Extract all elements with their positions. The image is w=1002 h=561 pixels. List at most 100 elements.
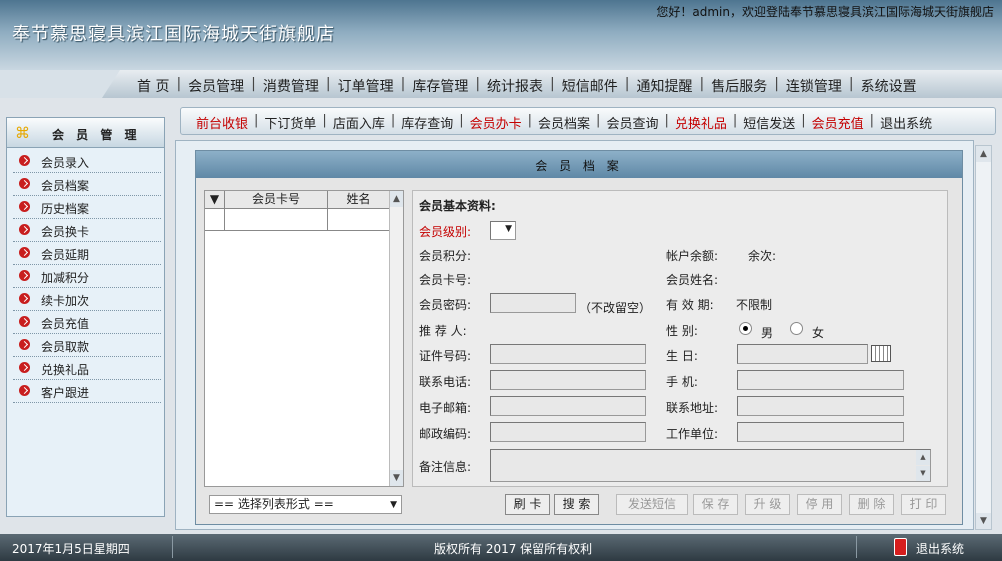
status-divider — [856, 536, 857, 558]
points-label: 会员积分: — [419, 249, 472, 263]
save-button[interactable]: 保 存 — [693, 494, 738, 515]
subnav-archive[interactable]: 会员档案 — [532, 113, 596, 132]
scroll-down-icon[interactable]: ▼ — [916, 466, 930, 481]
nav-order[interactable]: 订单管理 — [331, 76, 401, 96]
sidebar-item-renew[interactable]: 续卡加次 — [13, 288, 161, 311]
email-field[interactable] — [490, 396, 646, 416]
level-select[interactable]: ▼ — [490, 221, 516, 240]
arrow-bullet-icon — [19, 362, 30, 373]
subnav-order[interactable]: 下订货单 — [258, 113, 322, 132]
swipe-card-button[interactable]: 刷 卡 — [505, 494, 550, 515]
remark-label: 备注信息: — [419, 460, 472, 474]
zip-field[interactable] — [490, 422, 646, 442]
status-bar: 2017年1月5日星期四 版权所有 2017 保留所有权利 退出系统 — [0, 534, 1002, 561]
subnav-query[interactable]: 会员查询 — [600, 113, 664, 132]
email-label: 电子邮箱: — [419, 401, 472, 415]
member-name-label: 会员姓名: — [666, 273, 719, 287]
sidebar-item-points[interactable]: 加减积分 — [13, 265, 161, 288]
work-label: 工作单位: — [666, 427, 719, 441]
scroll-up-icon[interactable]: ▲ — [916, 450, 930, 465]
gender-male-radio[interactable] — [739, 322, 752, 335]
member-basic-info: 会员基本资料: 会员级别: ▼ 会员积分: 帐户余额: 余次: 会员卡号: 会员… — [412, 190, 948, 487]
id-label: 证件号码: — [419, 349, 472, 363]
list-scrollbar[interactable]: ▲ ▼ — [389, 191, 403, 486]
remark-field[interactable]: ▲ ▼ — [490, 449, 931, 482]
gender-male-label: 男 — [761, 326, 774, 340]
phone-field[interactable] — [490, 370, 646, 390]
row-name-cell[interactable] — [328, 209, 389, 231]
scroll-up-icon[interactable]: ▲ — [976, 146, 991, 162]
password-hint: （不改留空） — [579, 301, 652, 315]
sidebar-item-recharge[interactable]: 会员充值 — [13, 311, 161, 334]
nav-home[interactable]: 首 页 — [130, 76, 176, 96]
arrow-bullet-icon — [19, 316, 30, 327]
sidebar-item-member-archive[interactable]: 会员档案 — [13, 173, 161, 196]
subnav-instock[interactable]: 店面入库 — [327, 113, 391, 132]
main-nav: 首 页 | 会员管理 | 消费管理 | 订单管理 | 库存管理 | 统计报表 | 短信邮件 |… — [130, 76, 924, 96]
mobile-field[interactable] — [737, 370, 904, 390]
birthday-field[interactable] — [737, 344, 868, 364]
work-field[interactable] — [737, 422, 904, 442]
sidebar-item-history[interactable]: 历史档案 — [13, 196, 161, 219]
nav-stock[interactable]: 库存管理 — [405, 76, 475, 96]
calendar-icon[interactable] — [871, 345, 891, 362]
password-field[interactable] — [490, 293, 576, 313]
sidebar-item-extend[interactable]: 会员延期 — [13, 242, 161, 265]
gender-female-radio[interactable] — [790, 322, 803, 335]
address-field[interactable] — [737, 396, 904, 416]
nav-service[interactable]: 售后服务 — [704, 76, 774, 96]
exit-icon[interactable] — [894, 538, 907, 556]
disable-button[interactable]: 停 用 — [797, 494, 842, 515]
send-sms-button[interactable]: 发送短信 — [616, 494, 688, 515]
upgrade-button[interactable]: 升 级 — [745, 494, 790, 515]
gender-label: 性 别: — [666, 324, 698, 338]
sort-icon[interactable]: ▼ — [205, 191, 225, 209]
subnav-sms[interactable]: 短信发送 — [737, 113, 801, 132]
subnav-new-card[interactable]: 会员办卡 — [464, 113, 528, 132]
nav-notice[interactable]: 通知提醒 — [629, 76, 699, 96]
status-copyright: 版权所有 2017 保留所有权利 — [434, 542, 593, 556]
nav-settings[interactable]: 系统设置 — [854, 76, 924, 96]
status-date: 2017年1月5日星期四 — [12, 542, 130, 556]
level-label: 会员级别: — [419, 225, 472, 239]
sidebar-item-followup[interactable]: 客户跟进 — [13, 380, 161, 403]
col-name[interactable]: 姓名 — [328, 191, 389, 209]
subnav-recharge[interactable]: 会员充值 — [806, 113, 870, 132]
nav-consume[interactable]: 消费管理 — [256, 76, 326, 96]
scroll-up-icon[interactable]: ▲ — [390, 191, 403, 207]
list-mode-select[interactable]: == 选择列表形式 == ▼ — [209, 495, 402, 514]
table-row[interactable] — [205, 209, 389, 231]
member-archive-panel: 会 员 档 案 ▼ 会员卡号 姓名 ▲ ▼ 会员基本资料: 会员级别: ▼ 会员… — [195, 150, 963, 525]
subnav-stock-query[interactable]: 库存查询 — [395, 113, 459, 132]
shop-title: 奉节慕思寝具滨江国际海城天街旗舰店 — [12, 24, 335, 45]
sidebar-item-change-card[interactable]: 会员换卡 — [13, 219, 161, 242]
main-nav-band — [0, 70, 120, 98]
subnav-cashier[interactable]: 前台收银 — [190, 113, 254, 132]
member-list[interactable]: ▼ 会员卡号 姓名 ▲ ▼ — [204, 190, 404, 487]
id-field[interactable] — [490, 344, 646, 364]
sidebar-title: 会 员 管 理 — [52, 128, 141, 142]
panel-body: ▼ 会员卡号 姓名 ▲ ▼ 会员基本资料: 会员级别: ▼ 会员积分: 帐户余额… — [196, 178, 962, 524]
card-number-label: 会员卡号: — [419, 273, 472, 287]
row-card-cell[interactable] — [225, 209, 328, 231]
exit-link[interactable]: 退出系统 — [916, 540, 964, 557]
sidebar-item-withdraw[interactable]: 会员取款 — [13, 334, 161, 357]
sidebar-item-member-entry[interactable]: 会员录入 — [13, 150, 161, 173]
zip-label: 邮政编码: — [419, 427, 472, 441]
content-scrollbar[interactable]: ▲ ▼ — [975, 145, 992, 530]
search-button[interactable]: 搜 索 — [554, 494, 599, 515]
scroll-down-icon[interactable]: ▼ — [976, 513, 991, 529]
col-card-number[interactable]: 会员卡号 — [225, 191, 328, 209]
subnav-gift[interactable]: 兑换礼品 — [669, 113, 733, 132]
nav-chain[interactable]: 连锁管理 — [779, 76, 849, 96]
print-button[interactable]: 打 印 — [901, 494, 946, 515]
subnav-exit[interactable]: 退出系统 — [874, 113, 938, 132]
nav-member[interactable]: 会员管理 — [181, 76, 251, 96]
delete-button[interactable]: 删 除 — [849, 494, 894, 515]
nav-sms[interactable]: 短信邮件 — [555, 76, 625, 96]
scroll-down-icon[interactable]: ▼ — [390, 470, 403, 486]
validity-value: 不限制 — [736, 298, 773, 312]
sidebar-item-gift[interactable]: 兑换礼品 — [13, 357, 161, 380]
sub-nav: 前台收银 | 下订货单 | 店面入库 | 库存查询 | 会员办卡 | 会员档案 | 会员查询… — [190, 113, 938, 132]
nav-report[interactable]: 统计报表 — [480, 76, 550, 96]
